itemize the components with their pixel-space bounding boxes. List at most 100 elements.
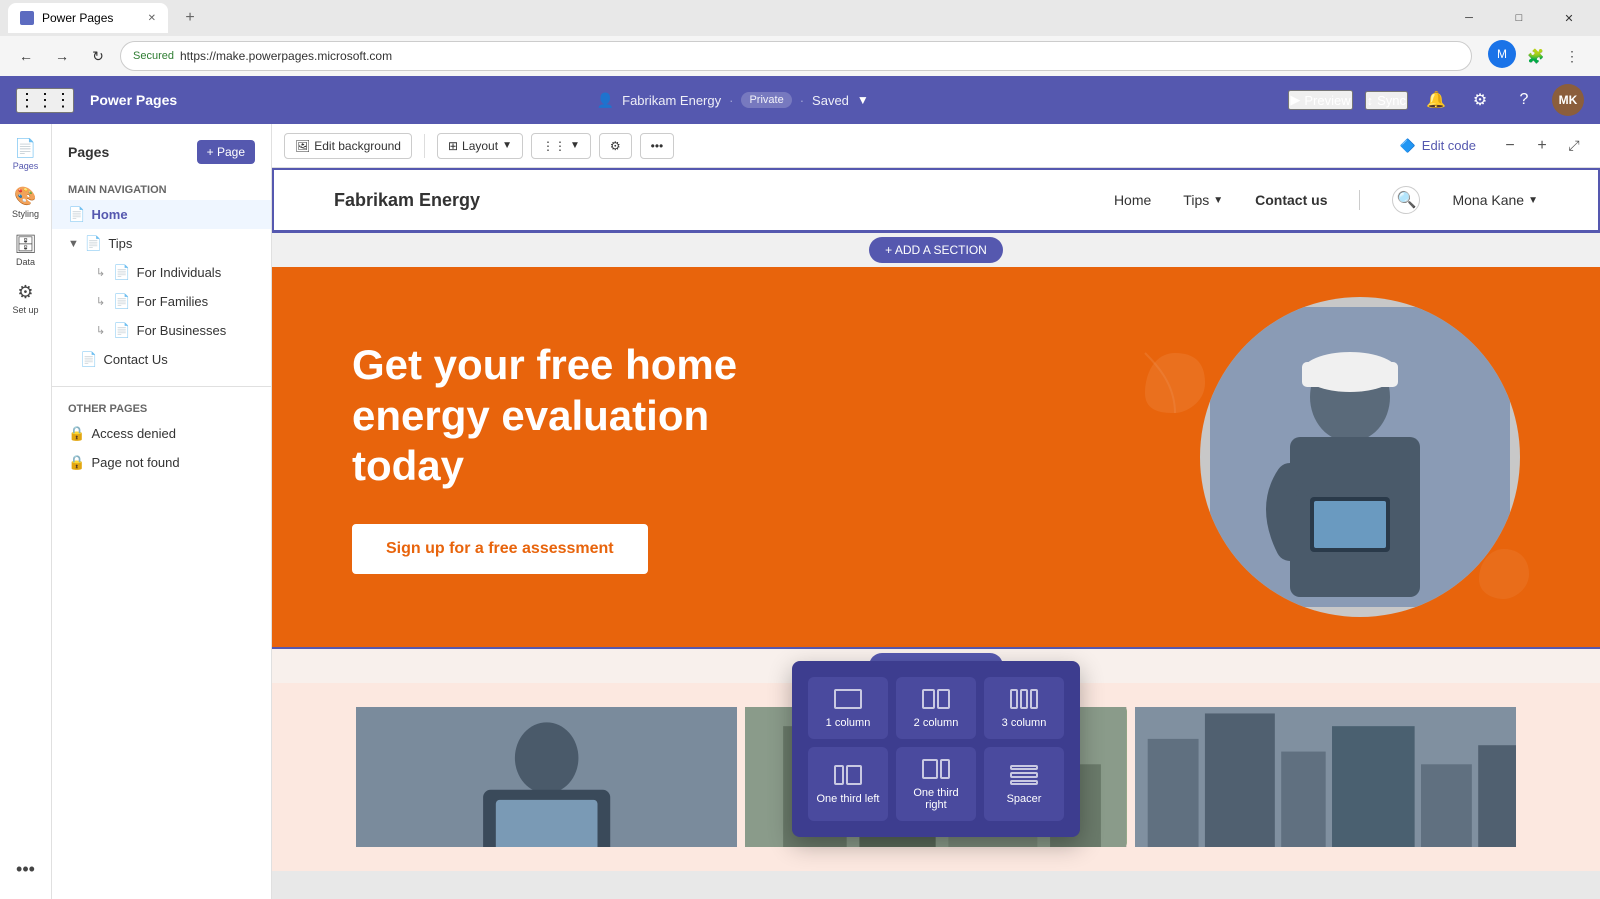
edit-bg-icon: 🖼: [295, 139, 310, 153]
zoom-out-button[interactable]: −: [1496, 132, 1524, 160]
access-denied-icon: 🔒: [68, 425, 85, 442]
nav-item-for-individuals[interactable]: ↳ 📄 For Individuals: [52, 258, 271, 287]
browser-action-profile[interactable]: M: [1488, 40, 1516, 68]
section-choice-1col[interactable]: 1 column: [808, 677, 888, 739]
grid-chevron-icon: ▼: [570, 140, 580, 151]
13left-label: One third left: [817, 793, 880, 805]
layout-button[interactable]: ⊞ Layout ▼: [437, 133, 523, 159]
nav-item-contact-us[interactable]: 📄 Contact Us: [52, 345, 271, 374]
zoom-controls: − + ⤢: [1496, 132, 1588, 160]
hero-cta-button[interactable]: Sign up for a free assessment: [352, 524, 648, 574]
2col-label: 2 column: [914, 717, 959, 729]
3col-label: 3 column: [1002, 717, 1047, 729]
app-topbar: ⋮⋮⋮ Power Pages 👤 Fabrikam Energy · Priv…: [0, 76, 1600, 124]
code-icon: 🔷: [1400, 138, 1416, 154]
site-dropdown-button[interactable]: ▼: [857, 93, 869, 107]
browser-action-buttons: M 🧩 ⋮: [1488, 40, 1588, 72]
sidebar-more-button[interactable]: •••: [4, 847, 48, 891]
site-nav-contact[interactable]: Contact us: [1255, 192, 1327, 208]
layout-label: Layout: [462, 139, 498, 153]
browser-action-extensions[interactable]: 🧩: [1520, 40, 1552, 72]
nav-item-access-denied[interactable]: 🔒 Access denied: [52, 419, 271, 448]
site-logo: Fabrikam Energy: [334, 190, 480, 211]
section-choice-spacer[interactable]: Spacer: [984, 747, 1064, 821]
user-dropdown[interactable]: Mona Kane ▼: [1452, 192, 1538, 208]
hero-title: Get your free home energy evaluation tod…: [352, 340, 772, 491]
secure-label: Secured: [133, 50, 174, 62]
more-options-icon: •••: [651, 139, 664, 153]
nav-item-home[interactable]: 📄 Home: [52, 200, 271, 229]
more-icon: •••: [16, 859, 35, 880]
browser-action-menu[interactable]: ⋮: [1556, 40, 1588, 72]
section-choice-one-third-right[interactable]: One third right: [896, 747, 976, 821]
tips-nav-icon: 📄: [85, 235, 102, 252]
notifications-button[interactable]: 🔔: [1420, 84, 1452, 116]
layout-1col-icon: [832, 687, 864, 711]
sidebar-item-setup[interactable]: ⚙ Set up: [4, 276, 48, 320]
section-choice-one-third-left[interactable]: One third left: [808, 747, 888, 821]
section-more-button[interactable]: •••: [640, 133, 675, 159]
site-nav-tips[interactable]: Tips ▼: [1183, 192, 1223, 208]
help-button[interactable]: ?: [1508, 84, 1540, 116]
avatar[interactable]: MK: [1552, 84, 1584, 116]
add-page-button[interactable]: + Page: [197, 140, 255, 164]
page-not-found-icon: 🔒: [68, 454, 85, 471]
edit-background-button[interactable]: 🖼 Edit background: [284, 133, 412, 159]
section-chooser-popup: 1 column 2 column 3 column: [792, 661, 1080, 837]
grid-icon: ⋮⋮: [542, 139, 566, 153]
sync-button[interactable]: ↕ Sync: [1365, 91, 1408, 110]
access-denied-label: Access denied: [91, 426, 176, 441]
close-button[interactable]: ✕: [1546, 0, 1592, 36]
search-button[interactable]: 🔍: [1392, 186, 1420, 214]
expand-button[interactable]: ⤢: [1560, 132, 1588, 160]
nav-panel-header: Pages + Page: [52, 136, 271, 176]
layout-chevron-icon: ▼: [502, 140, 512, 151]
user-chevron-icon: ▼: [1528, 195, 1538, 206]
settings-gear-icon: ⚙: [610, 139, 621, 153]
preview-button[interactable]: ▶ Preview: [1288, 90, 1352, 110]
nav-item-tips[interactable]: ▼ 📄 Tips: [52, 229, 271, 258]
sidebar-item-styling[interactable]: 🎨 Styling: [4, 180, 48, 224]
grid-settings-button[interactable]: ⋮⋮ ▼: [531, 133, 591, 159]
separator: ·: [729, 93, 733, 108]
forward-button[interactable]: →: [48, 42, 76, 70]
section-choice-2col[interactable]: 2 column: [896, 677, 976, 739]
save-status: Saved: [812, 93, 849, 108]
nav-item-page-not-found[interactable]: 🔒 Page not found: [52, 448, 271, 477]
section-settings-button[interactable]: ⚙: [599, 133, 632, 159]
back-button[interactable]: ←: [12, 42, 40, 70]
businesses-nav-icon: 📄: [113, 322, 130, 339]
toolbar-divider-1: [424, 134, 425, 158]
nav-item-for-businesses[interactable]: ↳ 📄 For Businesses: [52, 316, 271, 345]
contact-label: Contact Us: [103, 352, 167, 367]
add-section-top-button[interactable]: + ADD A SECTION: [869, 237, 1003, 263]
other-pages-section: Other pages 🔒 Access denied 🔒 Page not f…: [52, 386, 271, 477]
sidebar-item-pages[interactable]: 📄 Pages: [4, 132, 48, 176]
pages-label: Pages: [13, 161, 39, 171]
tab-close-icon[interactable]: ✕: [148, 13, 156, 24]
edit-code-button[interactable]: 🔷 Edit code: [1388, 133, 1488, 159]
preview-icon: ▶: [1290, 92, 1300, 108]
sidebar-item-data[interactable]: 🗄 Data: [4, 228, 48, 272]
address-bar[interactable]: Secured https://make.powerpages.microsof…: [120, 41, 1472, 71]
settings-button[interactable]: ⚙: [1464, 84, 1496, 116]
main-navigation-label: Main navigation: [52, 180, 271, 200]
13right-label: One third right: [904, 787, 968, 811]
below-fold-image-1: [356, 707, 737, 847]
pages-icon: 📄: [14, 138, 36, 159]
maximize-button[interactable]: □: [1496, 0, 1542, 36]
refresh-button[interactable]: ↻: [84, 42, 112, 70]
browser-tab[interactable]: Power Pages ✕: [8, 3, 168, 33]
site-nav-home[interactable]: Home: [1114, 192, 1151, 208]
zoom-in-button[interactable]: +: [1528, 132, 1556, 160]
page-canvas: Fabrikam Energy Home Tips ▼ Contact us 🔍…: [272, 168, 1600, 871]
waffle-menu-button[interactable]: ⋮⋮⋮: [16, 88, 74, 113]
minimize-button[interactable]: ─: [1446, 0, 1492, 36]
section-choice-3col[interactable]: 3 column: [984, 677, 1064, 739]
data-icon: 🗄: [14, 234, 37, 255]
new-tab-button[interactable]: +: [176, 4, 204, 32]
home-label: Home: [91, 207, 127, 222]
nav-item-for-families[interactable]: ↳ 📄 For Families: [52, 287, 271, 316]
preview-label: Preview: [1304, 93, 1350, 108]
user-name: Mona Kane: [1452, 192, 1524, 208]
